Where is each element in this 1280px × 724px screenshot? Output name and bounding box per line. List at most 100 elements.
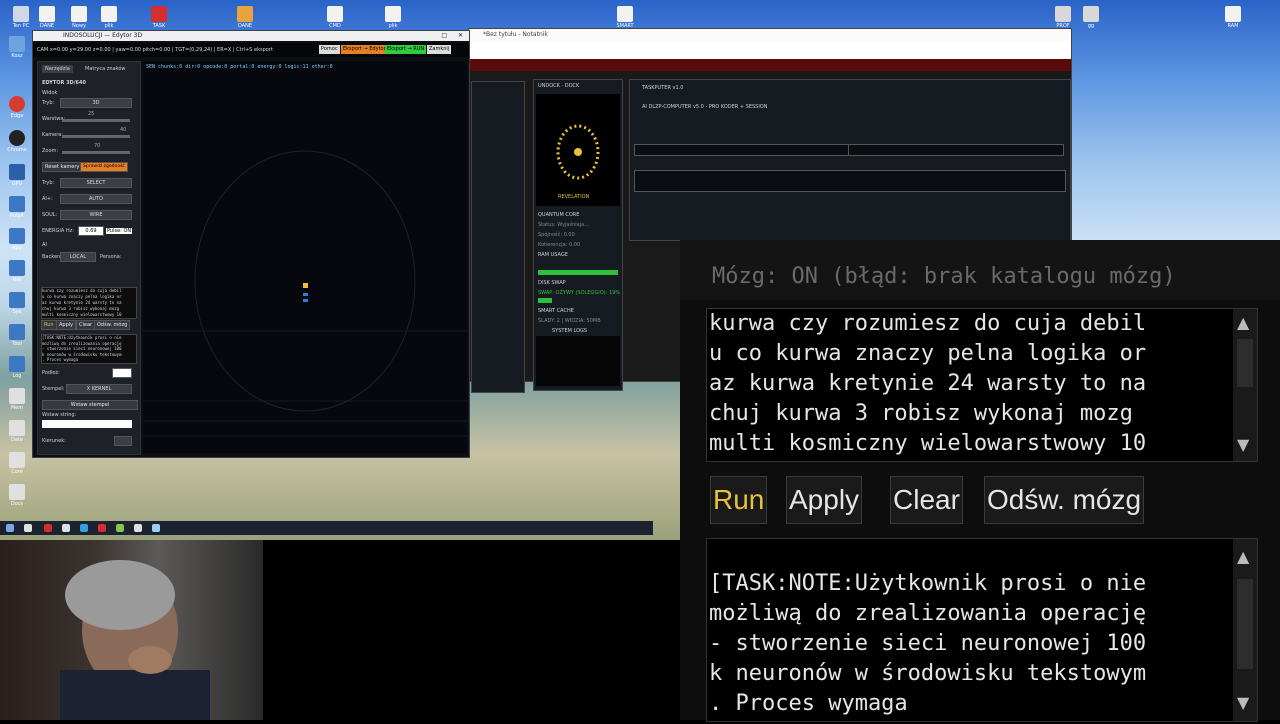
field-label: SOUL: [42, 212, 58, 218]
app-icon[interactable] [98, 524, 106, 532]
direction-select[interactable] [114, 436, 132, 446]
desktop-icon[interactable]: Kosz [0, 36, 34, 59]
tab-matrix[interactable]: Matryca znaków [82, 65, 128, 73]
scroll-thumb[interactable] [1237, 579, 1253, 669]
ai-select[interactable]: AUTO [60, 194, 132, 204]
check-compat-button[interactable]: Sprawdź zgodność [80, 162, 128, 172]
explorer-icon[interactable] [24, 524, 32, 532]
desktop-icon[interactable]: Chrome [0, 130, 34, 153]
layer-slider[interactable] [62, 119, 130, 122]
swap-bar [538, 298, 552, 303]
desktop-icon[interactable]: Data [0, 420, 34, 443]
desktop-icon[interactable]: Pulpit [0, 196, 34, 219]
desktop-icon[interactable]: TASK [142, 6, 176, 29]
desktop-icon[interactable]: Sys [0, 292, 34, 315]
editor-toolbar: CAM x=0.00 y=29.00 z=0.00 | yaw=0.00 pit… [33, 43, 469, 57]
close-button[interactable]: Zamknij [427, 45, 452, 54]
desktop-icon[interactable]: DANE [30, 6, 64, 29]
camera-slider[interactable] [62, 135, 130, 138]
reset-camera-button[interactable]: Reset kamery [42, 162, 83, 172]
pulse-toggle[interactable]: Pulse: ON [106, 228, 133, 234]
desktop-icon[interactable]: DANE [228, 6, 262, 29]
soul-select[interactable]: WIRE [60, 210, 132, 220]
dock-title: UNDOCK · DOCK [538, 83, 580, 89]
field-label: Zoom: [42, 148, 59, 154]
zoom-refresh-brain-button[interactable]: Odśw. mózg [984, 476, 1145, 524]
insert-string-label: Wstaw string: [42, 412, 77, 418]
app-icon[interactable] [62, 524, 70, 532]
desktop-icon[interactable]: gg [1074, 6, 1108, 29]
left-panel [471, 81, 525, 393]
prompt-textbox[interactable]: kurwa czy rozumiesz do cuja debil u co k… [41, 287, 137, 319]
black-area [263, 540, 653, 720]
desktop-icon[interactable]: Mem [0, 388, 34, 411]
desktop-icon[interactable]: RAM [1216, 6, 1250, 29]
scroll-up-icon[interactable]: ▲ [1237, 313, 1249, 332]
file-icon [1225, 6, 1241, 22]
tool-select[interactable]: SELECT [60, 178, 132, 188]
zoom-run-button[interactable]: Run [710, 476, 768, 524]
notepad-titlebar[interactable]: *Bez tytułu - Notatnik [469, 29, 1071, 41]
3d-canvas[interactable]: SEN chunks:0 dir:0 opcode:0 portal:0 ene… [143, 61, 467, 453]
tab-tools[interactable]: Narzędzia [42, 65, 73, 73]
note-line: - stworzenie sieci neuronowej 100 [709, 631, 1147, 656]
editor-titlebar[interactable]: INDOSOLUCJI — Edytor 3D □ ✕ [33, 31, 469, 41]
energy-input[interactable]: 0.69 [78, 226, 104, 236]
insert-stamp-button[interactable]: Wstaw stempel [42, 400, 138, 410]
note-line: możliwą do zrealizowania operację [709, 601, 1147, 626]
desktop-icon[interactable]: plik [376, 6, 410, 29]
close-icon[interactable]: ✕ [458, 31, 463, 41]
slider-value: 40 [120, 127, 127, 133]
desktop-icon[interactable]: App [0, 228, 34, 251]
desktop-icon[interactable]: Docs [0, 484, 34, 507]
zoom-apply-button[interactable]: Apply [786, 476, 863, 524]
help-button[interactable]: Pomoc [319, 45, 340, 54]
editor-window[interactable]: INDOSOLUCJI — Edytor 3D □ ✕ CAM x=0.00 y… [32, 30, 470, 458]
desktop-icon[interactable]: Net [0, 260, 34, 283]
desktop-icon[interactable]: plik [92, 6, 126, 29]
refresh-brain-button[interactable]: Odśw. mózg [94, 320, 131, 330]
zoom-prompt-textbox[interactable]: kurwa czy rozumiesz do cuja debil u co k… [706, 308, 1258, 462]
slider-value: 25 [88, 111, 95, 117]
stempel-select[interactable]: X KERNEL [66, 384, 132, 394]
taskputer-subtitle: AI DLZP-COMPUTER v5.0 - PRO KODER + SESS… [642, 104, 768, 110]
note-line: . Proces wymaga [42, 357, 79, 362]
maximize-icon[interactable]: □ [441, 31, 447, 41]
desktop-icon[interactable]: Nowy [62, 6, 96, 29]
export-editor-button[interactable]: Eksport → Edytor [341, 45, 388, 54]
desktop-icon[interactable]: Tool [0, 324, 34, 347]
scrollbar[interactable]: ▲ ▼ [1233, 309, 1257, 461]
desktop-icon[interactable]: SMART [608, 6, 642, 29]
scrollbar[interactable]: ▲ ▼ [1233, 539, 1257, 721]
desktop-icon[interactable]: Edge [0, 96, 34, 119]
desktop-icon[interactable]: Log [0, 356, 34, 379]
desktop-icon[interactable]: GPU [0, 164, 34, 187]
clear-button[interactable]: Clear [76, 320, 96, 330]
scroll-thumb[interactable] [1237, 339, 1253, 387]
export-run-button[interactable]: Eksport → RUN [385, 45, 427, 54]
apply-button[interactable]: Apply [56, 320, 77, 330]
desktop-icon[interactable]: Core [0, 452, 34, 475]
start-icon[interactable] [6, 524, 14, 532]
app-icon[interactable] [152, 524, 160, 532]
zoom-clear-button[interactable]: Clear [890, 476, 963, 524]
system-logs-title: SYSTEM LOGS [552, 328, 588, 334]
app-icon[interactable] [44, 524, 52, 532]
mode-select[interactable]: 3D [60, 98, 132, 108]
desktop-icon[interactable]: CMD [318, 6, 352, 29]
ram-usage-bar [538, 270, 618, 275]
scroll-down-icon[interactable]: ▼ [1237, 435, 1249, 454]
zoom-slider[interactable] [62, 151, 130, 154]
scroll-down-icon[interactable]: ▼ [1237, 693, 1249, 712]
app-icon[interactable] [134, 524, 142, 532]
app-icon[interactable] [116, 524, 124, 532]
backend-select[interactable]: LOCAL [60, 252, 96, 262]
recycle-bin-icon [9, 36, 25, 52]
field-label: Kamera: [42, 132, 64, 138]
scroll-up-icon[interactable]: ▲ [1237, 547, 1249, 566]
run-button[interactable]: Run [41, 320, 57, 330]
system-logs-box [536, 336, 620, 386]
app-icon[interactable] [80, 524, 88, 532]
insert-string-input[interactable] [42, 420, 132, 428]
podloz-input[interactable] [112, 368, 132, 378]
